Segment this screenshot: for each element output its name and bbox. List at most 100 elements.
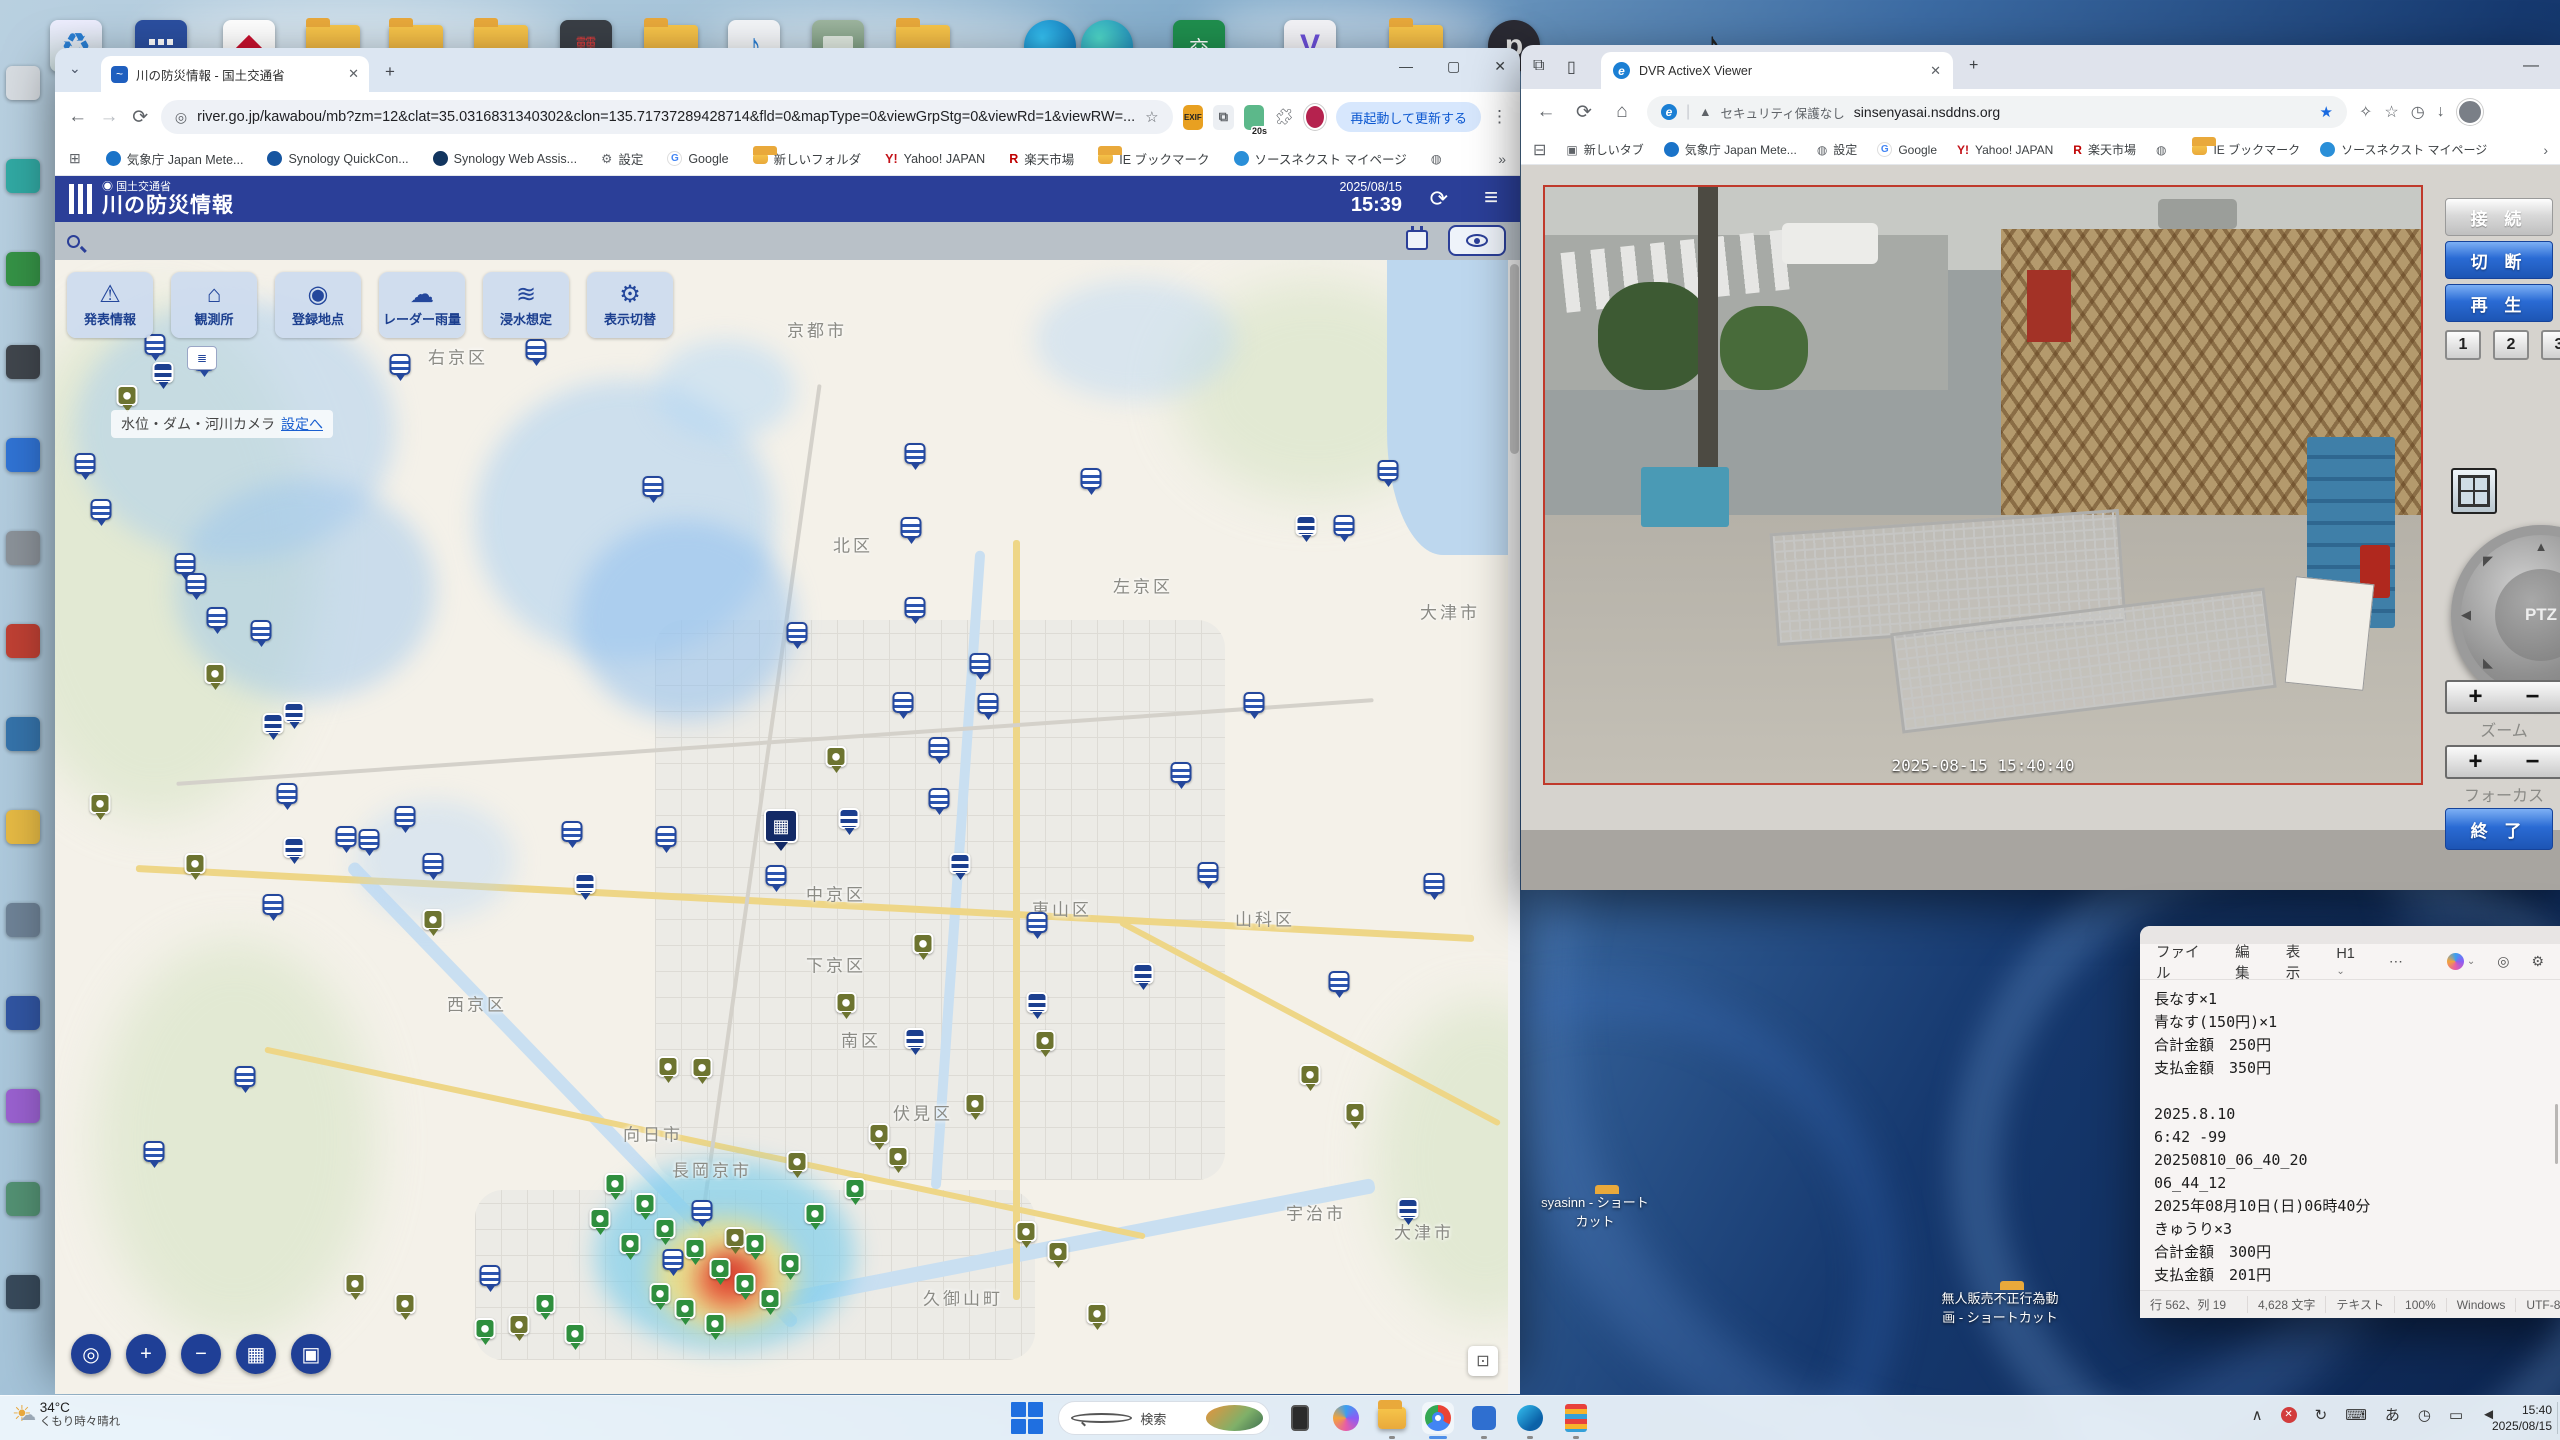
desktop-shortcut[interactable]: syasinn - ショートカット	[1535, 1192, 1655, 1230]
notepad-scrollbar[interactable]	[2555, 1104, 2558, 1164]
map-marker-cam[interactable]	[1086, 1303, 1108, 1330]
bookmarks-overflow-icon[interactable]: ›	[2543, 142, 2548, 158]
bookmark-item[interactable]: ▣ 新しいタブ	[1566, 141, 1643, 158]
desktop-icon-small[interactable]	[6, 1089, 40, 1123]
ptz-upleft-arrow[interactable]: ◤	[2483, 553, 2493, 569]
map-marker-wl[interactable]	[422, 853, 444, 880]
menu-file[interactable]: ファイル	[2156, 941, 2213, 983]
map-marker-wl[interactable]	[90, 499, 112, 526]
taskbar-clock[interactable]: 15:40 2025/08/15	[2492, 1402, 2552, 1434]
map-button-レーダー雨量[interactable]: ☁ レーダー雨量	[379, 272, 465, 338]
dvr-channel-2[interactable]: 2	[2493, 330, 2529, 360]
dvr-play-button[interactable]: 再 生	[2445, 284, 2553, 322]
desktop-icon-small[interactable]	[6, 903, 40, 937]
taskbar-explorer-app[interactable]	[1376, 1400, 1408, 1439]
chrome-active-tab[interactable]: ~ 川の防災情報 - 国土交通省 ✕	[101, 56, 369, 92]
extensions-puzzle-icon[interactable]: 🧩︎	[1274, 107, 1294, 127]
desktop-shortcut[interactable]: 無人販売不正行為動画 - ショートカット	[1940, 1288, 2060, 1326]
map-marker-cam[interactable]	[204, 663, 226, 690]
bookmark-item[interactable]: ◍	[2156, 141, 2172, 158]
map-marker-camg[interactable]	[804, 1203, 826, 1230]
map-marker-wl[interactable]	[394, 806, 416, 833]
forward-button[interactable]: →	[98, 106, 119, 128]
map-marker-camg[interactable]	[844, 1178, 866, 1205]
dvr-disconnect-button[interactable]: 切 断	[2445, 241, 2553, 279]
map-marker-camg[interactable]	[734, 1273, 756, 1300]
reload-button[interactable]: ⟳	[1571, 101, 1597, 124]
map-marker-camg[interactable]	[779, 1253, 801, 1280]
dvr-channel-3[interactable]: 3	[2541, 330, 2560, 360]
map-marker-wl[interactable]	[561, 821, 583, 848]
focus-in-button[interactable]: +	[2468, 748, 2482, 776]
zoom-out-button[interactable]: −	[2525, 683, 2539, 711]
map-marker-cam[interactable]	[89, 793, 111, 820]
bookmark-item[interactable]: 気象庁 Japan Mete...	[1663, 141, 1797, 158]
map-control-4[interactable]: ▣	[291, 1334, 331, 1374]
menu-view[interactable]: 表示	[2286, 941, 2315, 983]
dvr-zoom-rocker[interactable]: + −	[2445, 680, 2560, 714]
desktop-icon-small[interactable]	[6, 531, 40, 565]
desktop-icon-small[interactable]	[6, 1182, 40, 1216]
map-marker-wl[interactable]	[892, 692, 914, 719]
downloads-icon[interactable]: ↓	[2437, 103, 2445, 121]
bookmark-item[interactable]: Y! Yahoo! JAPAN	[885, 149, 985, 168]
map-marker-camg[interactable]	[674, 1298, 696, 1325]
map-marker-wl[interactable]	[206, 607, 228, 634]
map-marker-cam[interactable]	[422, 909, 444, 936]
map-marker-cam[interactable]	[691, 1057, 713, 1084]
map-marker-wl[interactable]	[185, 573, 207, 600]
view-eye-button[interactable]	[1448, 225, 1506, 256]
map-marker-wl[interactable]	[642, 476, 664, 503]
map-control-1[interactable]: +	[126, 1334, 166, 1374]
workspaces-icon[interactable]: ⧉	[1533, 57, 1544, 75]
map-marker-wl[interactable]	[904, 597, 926, 624]
map-marker-wl[interactable]	[1377, 460, 1399, 487]
bookmark-item[interactable]: 新しいフォルダ	[752, 146, 861, 168]
taskbar-edge-app[interactable]	[1514, 1402, 1546, 1439]
map-marker-sel[interactable]: ▦	[764, 809, 798, 851]
map-marker-camg[interactable]	[709, 1258, 731, 1285]
map-marker-camg[interactable]	[759, 1288, 781, 1315]
desktop-icon-small[interactable]	[6, 717, 40, 751]
tab-close-icon[interactable]: ✕	[1930, 63, 1941, 79]
map-marker-navy[interactable]	[838, 808, 860, 835]
map-marker-cam[interactable]	[724, 1227, 746, 1254]
map-marker-cam[interactable]	[887, 1146, 909, 1173]
telemeter-selector[interactable]: ≣	[187, 346, 217, 370]
map-marker-wl[interactable]	[1328, 971, 1350, 998]
ptz-left-arrow[interactable]: ◀	[2461, 607, 2471, 623]
map-marker-navy[interactable]	[1026, 992, 1048, 1019]
map-marker-navy[interactable]	[1132, 963, 1154, 990]
apps-grid-icon[interactable]: ⊞	[69, 150, 82, 167]
bookmark-item[interactable]: ◍	[1431, 149, 1448, 168]
map-marker-cam[interactable]	[964, 1093, 986, 1120]
map-marker-camg[interactable]	[619, 1233, 641, 1260]
map-button-浸水想定[interactable]: ≋ 浸水想定	[483, 272, 569, 338]
map-button-登録地点[interactable]: ◉ 登録地点	[275, 272, 361, 338]
map-marker-cam[interactable]	[912, 933, 934, 960]
map-marker-navy[interactable]	[574, 873, 596, 900]
desktop-icon-small[interactable]	[6, 996, 40, 1030]
map-marker-wl[interactable]	[786, 622, 808, 649]
map-marker-camg[interactable]	[564, 1323, 586, 1350]
map-marker-cam[interactable]	[1299, 1064, 1321, 1091]
map-marker-wl[interactable]	[74, 453, 96, 480]
map-control-3[interactable]: ▦	[236, 1334, 276, 1374]
ptz-downleft-arrow[interactable]: ◣	[2483, 655, 2493, 671]
taskbar-chrome-app[interactable]	[1422, 1402, 1454, 1439]
focus-out-button[interactable]: −	[2525, 748, 2539, 776]
scrollbar-thumb[interactable]	[1510, 264, 1519, 454]
dvr-focus-rocker[interactable]: + −	[2445, 745, 2560, 779]
kawabou-search-bar[interactable]	[55, 222, 1520, 260]
timer-extension-icon[interactable]: 20s	[1243, 104, 1269, 136]
map-marker-wl[interactable]	[143, 1141, 165, 1168]
map-marker-cam[interactable]	[786, 1151, 808, 1178]
minimize-button[interactable]: —	[2523, 57, 2539, 75]
tab-actions-icon[interactable]: ▯	[1567, 57, 1576, 77]
bookmark-item[interactable]: Synology QuickCon...	[267, 149, 409, 168]
map-marker-cam[interactable]	[868, 1123, 890, 1150]
map-marker-wl[interactable]	[276, 783, 298, 810]
map-marker-camg[interactable]	[474, 1318, 496, 1345]
reload-button[interactable]: ⟳	[130, 106, 151, 129]
minimize-button[interactable]: —	[1399, 58, 1413, 75]
